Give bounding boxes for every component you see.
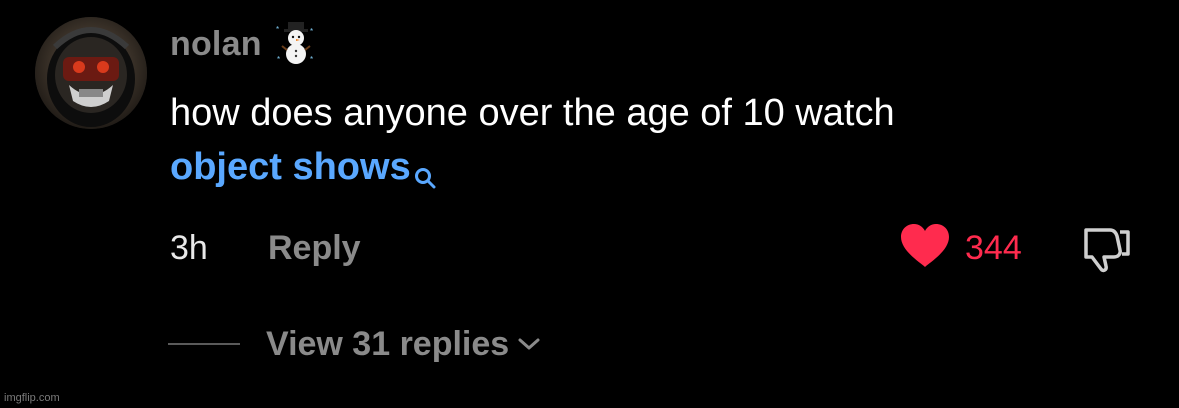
- search-term-label[interactable]: object shows: [170, 146, 411, 188]
- chevron-down-icon[interactable]: [517, 336, 541, 357]
- like-count: 344: [965, 228, 1022, 267]
- username-row: nolan * * * *: [170, 20, 318, 69]
- view-replies-label[interactable]: View 31 replies: [266, 325, 509, 364]
- username[interactable]: nolan: [170, 25, 262, 64]
- heart-icon[interactable]: [899, 223, 951, 274]
- like-button[interactable]: 344: [899, 222, 1022, 274]
- comment-text: how does anyone over the age of 10 watch…: [170, 86, 1130, 204]
- thumbs-down-icon[interactable]: [1080, 228, 1132, 278]
- svg-text:*: *: [310, 55, 313, 64]
- view-replies-button[interactable]: View 31 replies: [168, 322, 541, 366]
- svg-text:*: *: [310, 27, 313, 36]
- reply-button[interactable]: Reply: [268, 229, 361, 268]
- comment-body: how does anyone over the age of 10 watch: [170, 92, 895, 134]
- search-term-link[interactable]: object shows: [170, 146, 436, 189]
- svg-text:*: *: [276, 25, 279, 34]
- watermark: imgflip.com: [4, 392, 60, 404]
- snowman-icon: * * * *: [274, 20, 318, 69]
- avatar[interactable]: [35, 17, 147, 129]
- comment-meta: 3h Reply: [170, 226, 361, 270]
- svg-text:*: *: [277, 55, 280, 64]
- replies-divider: [168, 343, 240, 345]
- search-icon[interactable]: [414, 150, 436, 204]
- dislike-button[interactable]: [1080, 224, 1132, 279]
- timestamp: 3h: [170, 228, 208, 267]
- helmet-avatar-image: [35, 17, 147, 129]
